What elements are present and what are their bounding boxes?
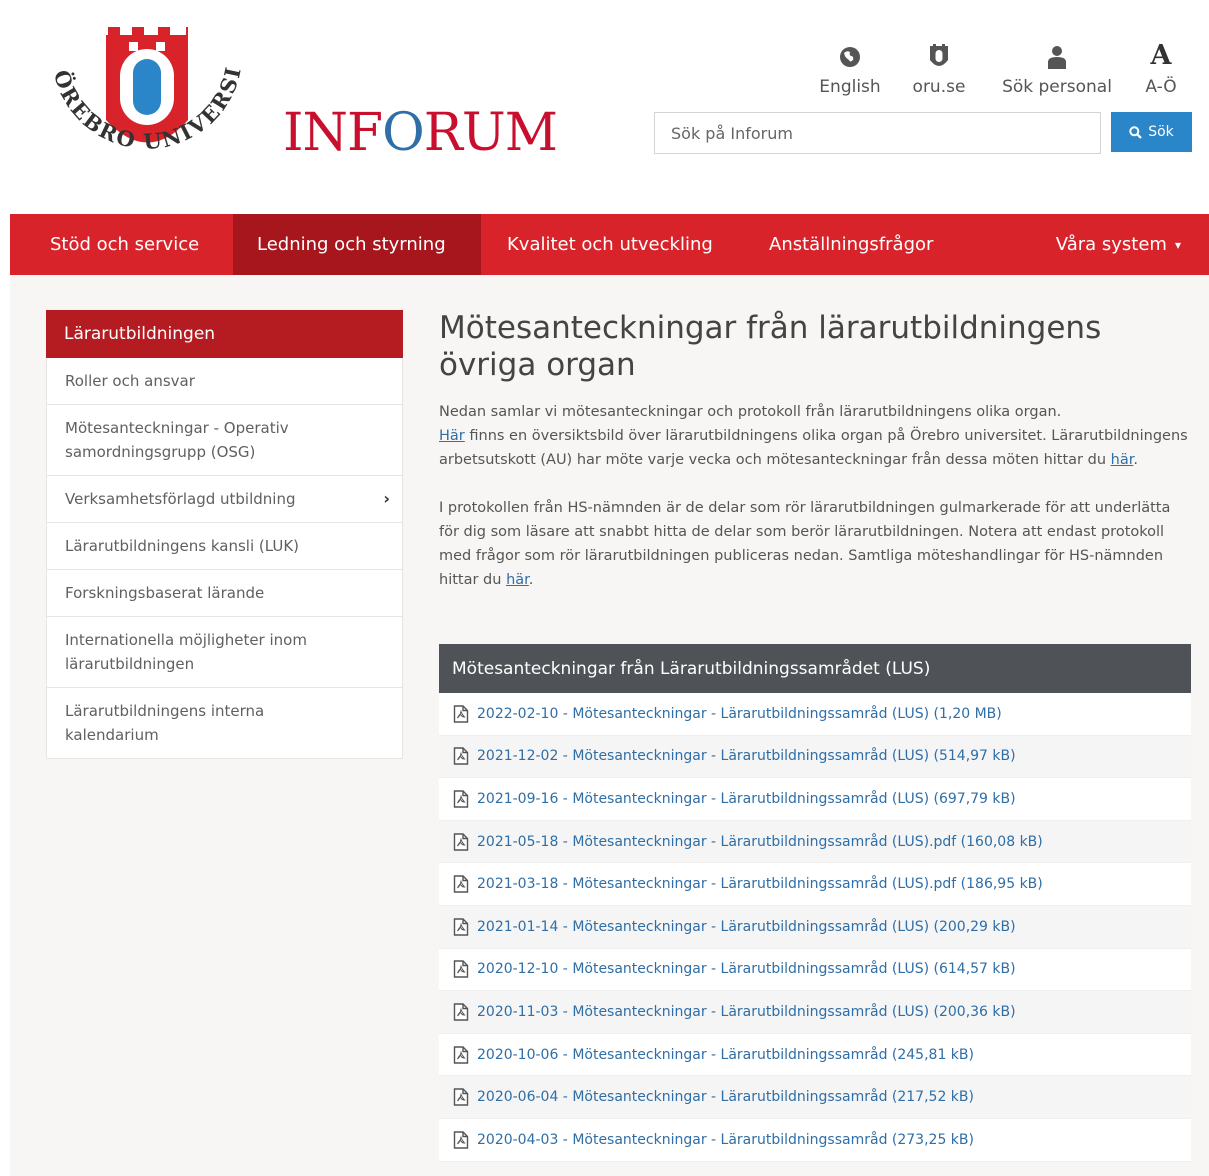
document-panel-heading: Mötesanteckningar från Lärarutbildningss… bbox=[439, 644, 1191, 693]
person-icon bbox=[996, 38, 1118, 74]
search-button[interactable]: Sök bbox=[1111, 112, 1192, 152]
english-link-label: English bbox=[819, 77, 881, 97]
intro-paragraph: Nedan samlar vi mötesanteckningar och pr… bbox=[439, 404, 1188, 468]
chevron-right-icon[interactable]: › bbox=[383, 487, 390, 511]
document-link[interactable]: 2021-01-14 - Mötesanteckningar - Lärarut… bbox=[439, 905, 1191, 949]
globe-icon bbox=[816, 38, 884, 74]
site-name[interactable]: INFORUM bbox=[283, 103, 558, 163]
pdf-file-icon bbox=[453, 1131, 469, 1149]
au-notes-link[interactable]: här bbox=[1111, 452, 1134, 468]
search-icon bbox=[1129, 125, 1142, 139]
a-z-icon: A bbox=[1150, 40, 1172, 71]
hs-protocol-paragraph: I protokollen från HS-nämnden är de dela… bbox=[439, 500, 1171, 588]
document-link[interactable]: 2021-12-02 - Mötesanteckningar - Lärarut… bbox=[439, 735, 1191, 779]
english-link[interactable]: English bbox=[816, 38, 884, 100]
sidebar-item-interna-kalendarium[interactable]: Lärarutbildningens interna kalendarium bbox=[46, 688, 403, 759]
sidebar-item-roller-och-ansvar[interactable]: Roller och ansvar bbox=[46, 358, 403, 405]
university-logo[interactable]: ÖREBRO UNIVERSITET bbox=[40, 25, 255, 205]
document-link[interactable]: 2020-10-06 - Mötesanteckningar - Lärarut… bbox=[439, 1034, 1191, 1077]
document-link[interactable]: 2020-06-04 - Mötesanteckningar - Lärarut… bbox=[439, 1076, 1191, 1119]
sidebar-item-internationella-mojligheter[interactable]: Internationella möjligheter inom lärarut… bbox=[46, 617, 403, 688]
oru-se-link[interactable]: oru.se bbox=[908, 38, 970, 100]
search-input[interactable] bbox=[654, 112, 1101, 154]
sidebar-item-osg[interactable]: Mötesanteckningar - Operativ samordnings… bbox=[46, 405, 403, 476]
oru-shield-icon bbox=[908, 38, 970, 74]
nav-item-anstallningsfragor[interactable]: Anställningsfrågor bbox=[743, 214, 1001, 275]
search-staff-link-label: Sök personal bbox=[1002, 77, 1112, 97]
pdf-file-icon bbox=[453, 918, 469, 936]
main-content: Mötesanteckningar från lärarutbildningen… bbox=[439, 310, 1191, 1162]
main-navigation: Stöd och service Ledning och styrning Kv… bbox=[10, 214, 1209, 275]
pdf-file-icon bbox=[453, 747, 469, 766]
caret-down-icon: ▾ bbox=[1174, 237, 1181, 252]
nav-item-ledning-och-styrning[interactable]: Ledning och styrning bbox=[233, 214, 481, 275]
sidebar-title[interactable]: Lärarutbildningen bbox=[46, 310, 403, 358]
pdf-file-icon bbox=[453, 832, 469, 851]
hs-documents-link[interactable]: här bbox=[506, 572, 529, 588]
pdf-file-icon bbox=[453, 875, 469, 893]
pdf-file-icon bbox=[453, 790, 469, 808]
sidebar-item-forskningsbaserat-larande[interactable]: Forskningsbaserat lärande bbox=[46, 570, 403, 617]
search-button-label: Sök bbox=[1148, 124, 1174, 140]
document-list: 2022-02-10 - Mötesanteckningar - Lärarut… bbox=[439, 693, 1191, 1162]
document-link[interactable]: 2020-04-03 - Mötesanteckningar - Lärarut… bbox=[439, 1119, 1191, 1162]
pdf-file-icon bbox=[453, 960, 469, 979]
document-link[interactable]: 2021-05-18 - Mötesanteckningar - Lärarut… bbox=[439, 820, 1191, 864]
nav-item-vara-system[interactable]: Våra system ▾ bbox=[1001, 214, 1209, 275]
page-title: Mötesanteckningar från lärarutbildningen… bbox=[439, 310, 1102, 383]
pdf-file-icon bbox=[453, 1045, 469, 1064]
site-header: ÖREBRO UNIVERSITET INFORUM English oru.s… bbox=[0, 0, 1209, 214]
document-link[interactable]: 2020-12-10 - Mötesanteckningar - Lärarut… bbox=[439, 949, 1191, 992]
pdf-file-icon bbox=[453, 705, 469, 723]
pdf-file-icon bbox=[453, 1088, 469, 1106]
nav-item-stod-och-service[interactable]: Stöd och service bbox=[10, 214, 233, 275]
document-link[interactable]: 2020-11-03 - Mötesanteckningar - Lärarut… bbox=[439, 991, 1191, 1034]
document-link[interactable]: 2022-02-10 - Mötesanteckningar - Lärarut… bbox=[439, 693, 1191, 736]
a-z-link[interactable]: A A-Ö bbox=[1140, 38, 1182, 100]
oru-se-link-label: oru.se bbox=[912, 77, 966, 97]
overview-link[interactable]: Här bbox=[439, 428, 465, 444]
nav-item-kvalitet-och-utveckling[interactable]: Kvalitet och utveckling bbox=[481, 214, 743, 275]
page: ÖREBRO UNIVERSITET INFORUM English oru.s… bbox=[0, 0, 1209, 1176]
document-panel: Mötesanteckningar från Lärarutbildningss… bbox=[439, 644, 1191, 1162]
a-z-link-label: A-Ö bbox=[1145, 77, 1177, 97]
pdf-file-icon bbox=[453, 1003, 469, 1021]
sidebar-item-luk[interactable]: Lärarutbildningens kansli (LUK) bbox=[46, 523, 403, 570]
document-link[interactable]: 2021-09-16 - Mötesanteckningar - Lärarut… bbox=[439, 778, 1191, 821]
sidebar-menu: Lärarutbildningen Roller och ansvar Möte… bbox=[46, 310, 403, 759]
document-link[interactable]: 2021-03-18 - Mötesanteckningar - Lärarut… bbox=[439, 863, 1191, 906]
search-staff-link[interactable]: Sök personal bbox=[996, 38, 1118, 100]
sidebar-item-vfu[interactable]: Verksamhetsförlagd utbildning › bbox=[46, 476, 403, 523]
